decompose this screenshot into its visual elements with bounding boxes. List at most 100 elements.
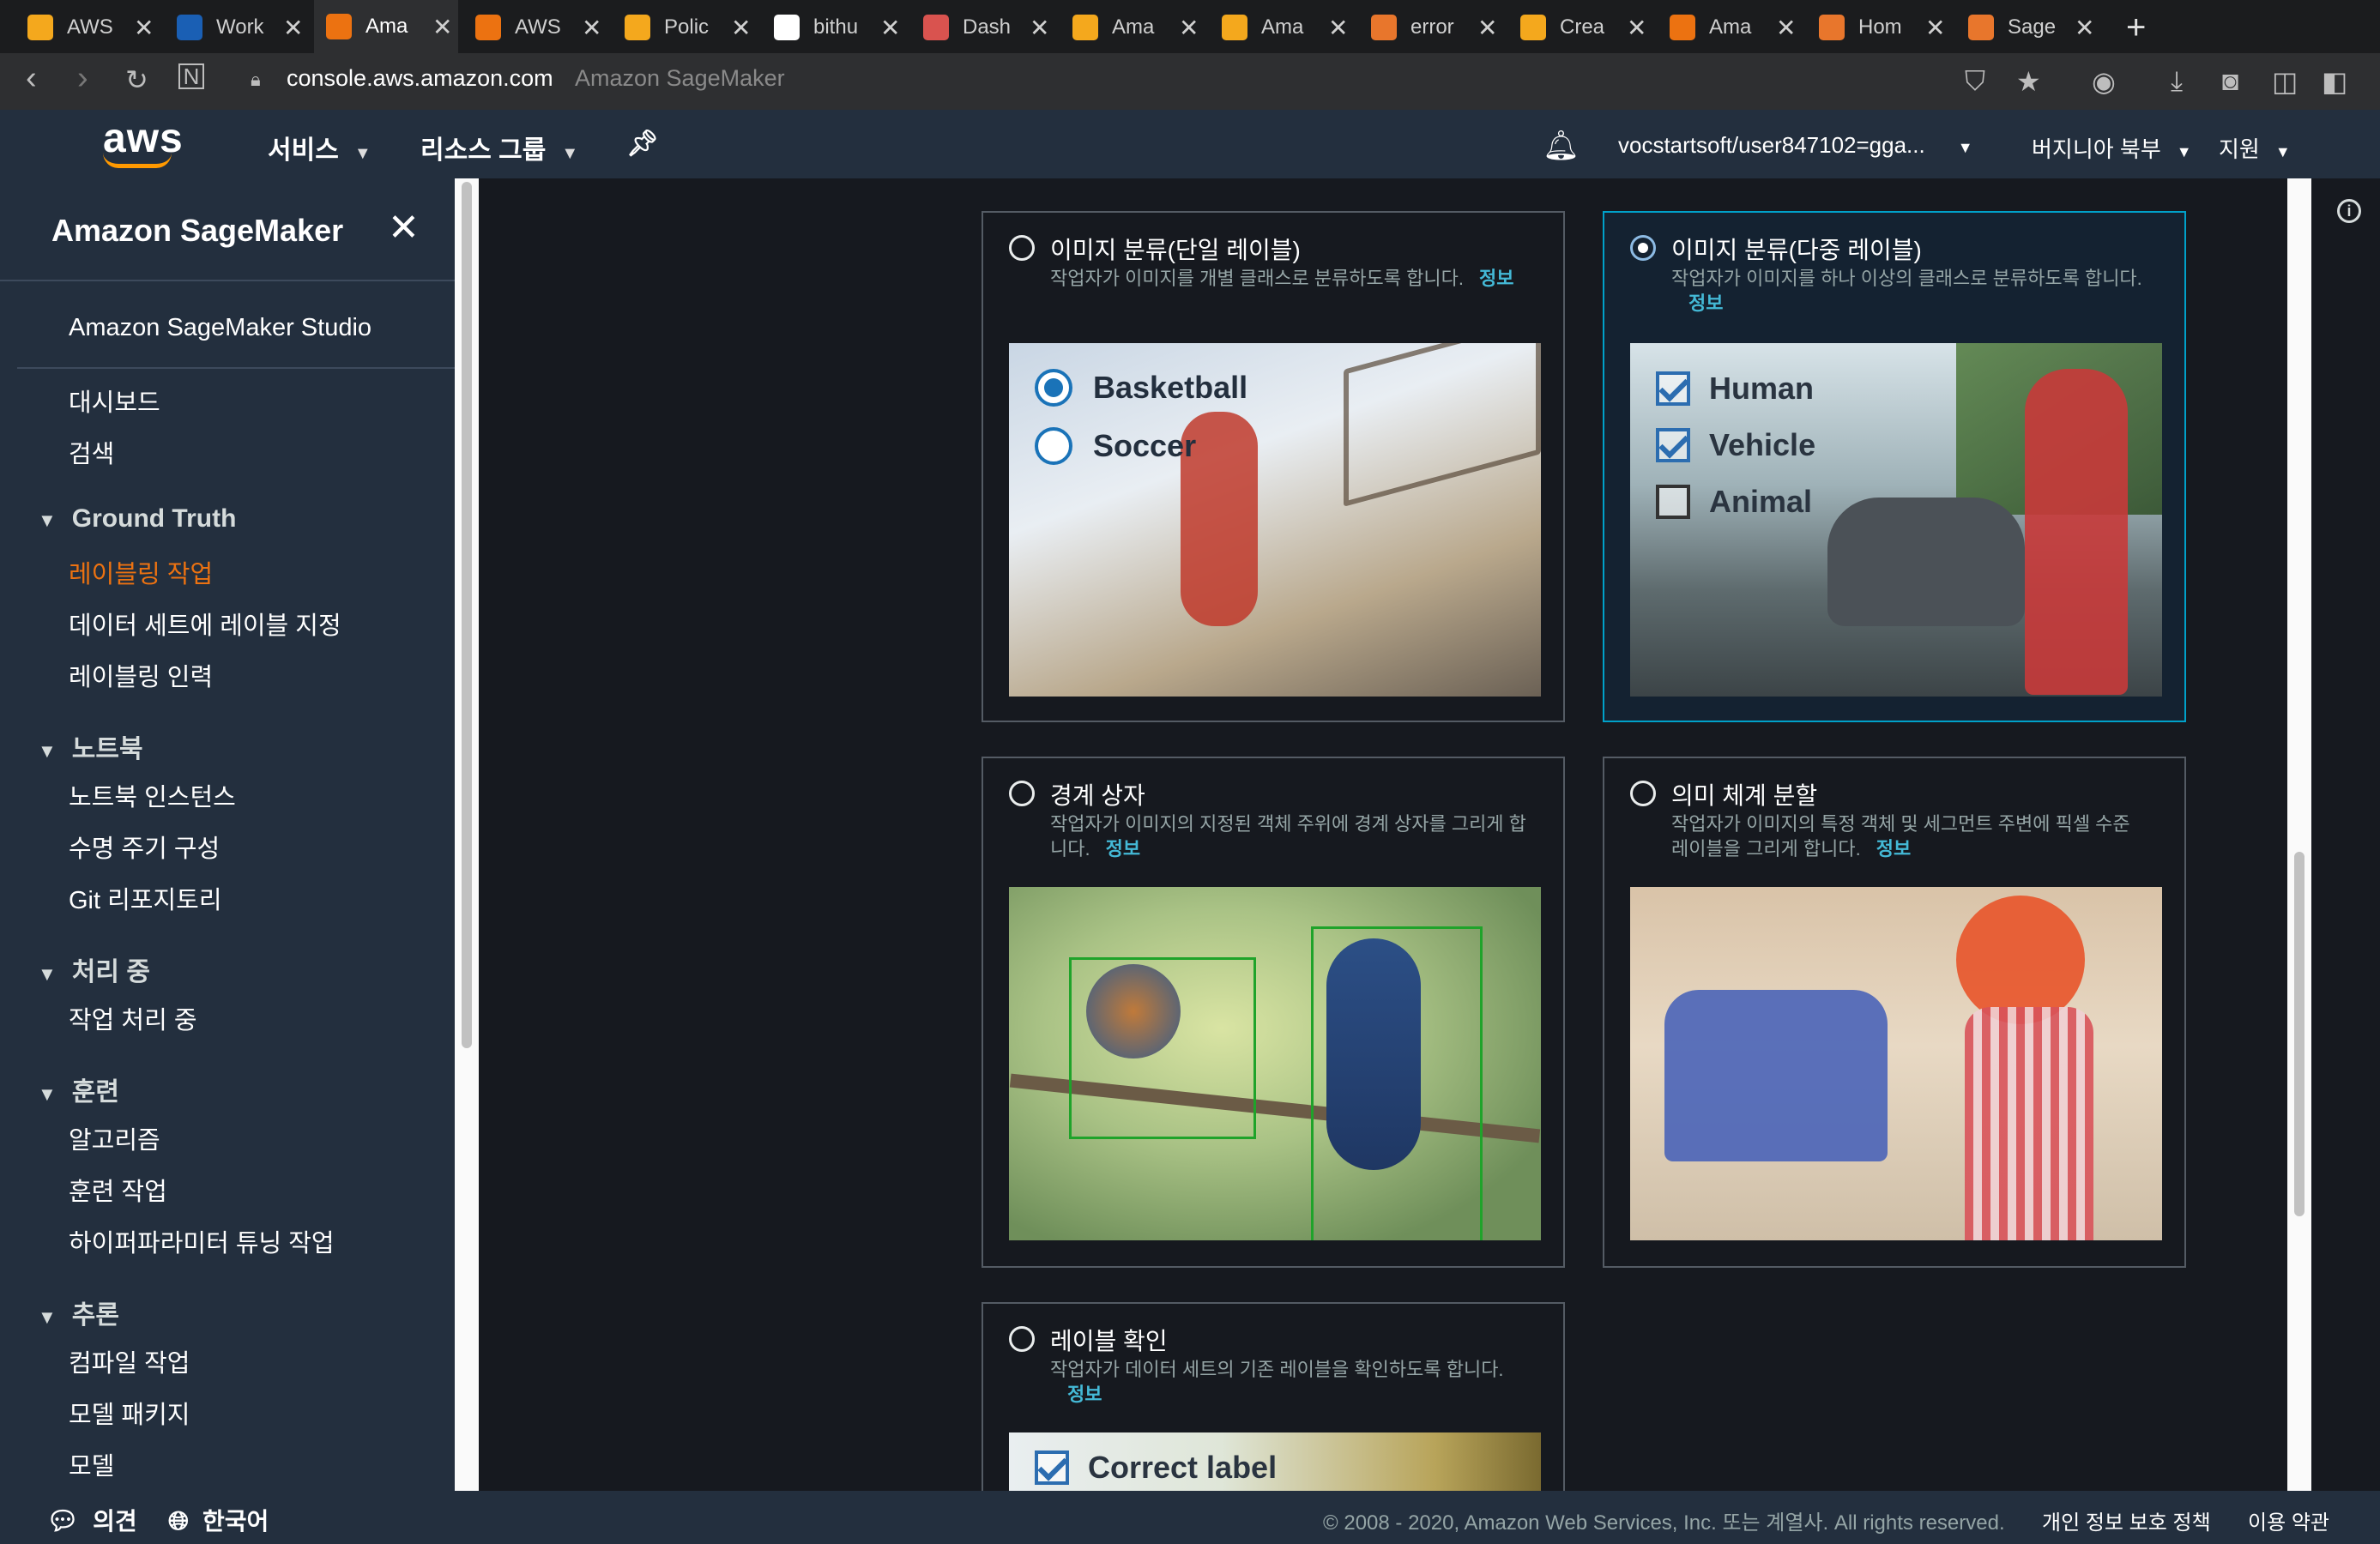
browser-tab[interactable]: Ama ✕ xyxy=(1658,9,1802,46)
sidebar-item-compile-jobs[interactable]: 컴파일 작업 xyxy=(69,1343,190,1379)
sidebar-section-ground-truth[interactable]: ▼ Ground Truth xyxy=(38,504,236,534)
sidebar-item-models[interactable]: 모델 xyxy=(69,1446,114,1482)
privacy-link[interactable]: 개인 정보 보호 정책 xyxy=(2042,1505,2211,1535)
task-card-bounding-box[interactable]: 경계 상자 작업자가 이미지의 지정된 객체 주위에 경계 상자를 그리게 합니… xyxy=(982,757,1565,1268)
sidebar-section-training[interactable]: ▼ 훈련 xyxy=(38,1071,119,1108)
region-menu[interactable]: 버지니아 북부 ▼ xyxy=(2032,132,2192,164)
browser-tab[interactable]: AWS ✕ xyxy=(15,9,160,46)
content-scrollbar[interactable] xyxy=(2287,178,2311,1491)
radio-bounding-box[interactable] xyxy=(1009,781,1035,806)
radio-semantic-segmentation[interactable] xyxy=(1630,781,1656,806)
reload-icon[interactable]: ↻ xyxy=(125,63,148,96)
info-panel-icon[interactable]: i xyxy=(2337,199,2361,223)
new-tab-button[interactable]: + xyxy=(2126,9,2146,47)
extension-icon[interactable]: ◉ xyxy=(2092,65,2116,98)
scrollbar-thumb[interactable] xyxy=(2294,852,2304,1216)
info-link[interactable]: 정보 xyxy=(1479,268,1513,289)
pin-icon[interactable]: 📌︎ xyxy=(626,129,659,159)
sidebar-section-processing[interactable]: ▼ 처리 중 xyxy=(38,950,150,988)
sidebar-item-git-repos[interactable]: Git 리포지토리 xyxy=(69,880,222,916)
support-menu[interactable]: 지원 ▼ xyxy=(2219,132,2291,164)
browser-tab[interactable]: Polic ✕ xyxy=(613,9,757,46)
radio-multi-label[interactable] xyxy=(1630,235,1656,261)
reader-view-icon[interactable]: ◧ xyxy=(2322,65,2347,98)
notification-bell-icon[interactable]: 🔔︎ xyxy=(1543,129,1580,163)
sidebar-item-labeling-jobs[interactable]: 레이블링 작업 xyxy=(69,554,213,590)
resource-groups-menu[interactable]: 리소스 그룹 ▼ xyxy=(420,129,578,166)
task-card-semantic-segmentation[interactable]: 의미 체계 분할 작업자가 이미지의 특정 객체 및 세그먼트 주변에 픽셀 수… xyxy=(1603,757,2186,1268)
tab-close-icon[interactable]: ✕ xyxy=(1328,14,1348,42)
browser-tab[interactable]: error ✕ xyxy=(1359,9,1503,46)
browser-tab[interactable]: Sage ✕ xyxy=(1956,9,2100,46)
tab-close-icon[interactable]: ✕ xyxy=(1179,14,1199,42)
sidebar-item-workforces[interactable]: 레이블링 인력 xyxy=(69,657,213,693)
services-menu[interactable]: 서비스 ▼ xyxy=(268,129,371,166)
task-card-single-label[interactable]: 이미지 분류(단일 레이블) 작업자가 이미지를 개별 클래스로 분류하도록 합… xyxy=(982,211,1565,722)
shield-icon[interactable]: ⛉ xyxy=(1965,65,1985,98)
tab-label: bithu xyxy=(813,15,859,39)
url-text[interactable]: console.aws.amazon.com xyxy=(287,65,553,92)
screenshot-icon[interactable]: ◙ xyxy=(2222,65,2238,97)
sidebar-item-processing-jobs[interactable]: 작업 처리 중 xyxy=(69,1000,197,1036)
tab-close-icon[interactable]: ✕ xyxy=(582,14,601,42)
info-link[interactable]: 정보 xyxy=(1876,838,1911,859)
radio-single-label[interactable] xyxy=(1009,235,1035,261)
account-menu[interactable]: vocstartsoft/user847102=gga... ▼ xyxy=(1618,132,1973,159)
sidebar-item-label-datasets[interactable]: 데이터 세트에 레이블 지정 xyxy=(69,606,341,642)
browser-tab[interactable]: Hom ✕ xyxy=(1807,9,1951,46)
sidebar-item-lifecycle[interactable]: 수명 주기 구성 xyxy=(69,829,220,865)
chevron-down-icon: ▼ xyxy=(1957,139,1973,156)
sidebar-item-dashboard[interactable]: 대시보드 xyxy=(69,383,160,419)
browser-tab[interactable]: bithu ✕ xyxy=(762,9,906,46)
sidebar-item-studio[interactable]: Amazon SageMaker Studio xyxy=(69,314,371,342)
tab-close-icon[interactable]: ✕ xyxy=(134,14,154,42)
language-selector[interactable]: 🌐︎ 한국어 xyxy=(168,1503,269,1537)
tab-close-icon[interactable]: ✕ xyxy=(432,13,452,41)
reader-icon[interactable]: N xyxy=(178,63,204,89)
tab-close-icon[interactable]: ✕ xyxy=(1627,14,1646,42)
info-link[interactable]: 정보 xyxy=(1688,293,1723,314)
tab-close-icon[interactable]: ✕ xyxy=(283,14,303,42)
back-icon[interactable]: ‹ xyxy=(26,60,37,97)
forward-icon[interactable]: › xyxy=(77,60,88,97)
sidebar-section-inference[interactable]: ▼ 추론 xyxy=(38,1294,119,1331)
sidebar-toggle-icon[interactable]: ◫ xyxy=(2272,65,2298,98)
street-segmentation-image xyxy=(1630,887,2162,1240)
sidebar-section-notebook[interactable]: ▼ 노트북 xyxy=(38,727,143,765)
browser-tab[interactable]: Dash ✕ xyxy=(911,9,1055,46)
scrollbar-thumb[interactable] xyxy=(462,182,472,1048)
browser-tab[interactable]: Work ✕ xyxy=(165,9,309,46)
sidebar-item-search[interactable]: 검색 xyxy=(69,434,114,470)
info-link[interactable]: 정보 xyxy=(1106,838,1140,859)
tab-close-icon[interactable]: ✕ xyxy=(2075,14,2094,42)
sidebar-item-training-jobs[interactable]: 훈련 작업 xyxy=(69,1172,167,1208)
sidebar-scrollbar[interactable] xyxy=(455,178,479,1491)
browser-tab[interactable]: Ama ✕ xyxy=(1210,9,1354,46)
task-card-label-verification[interactable]: 레이블 확인 작업자가 데이터 세트의 기존 레이블을 확인하도록 합니다. 정보… xyxy=(982,1302,1565,1510)
tab-close-icon[interactable]: ✕ xyxy=(1776,14,1796,42)
close-icon[interactable]: ✕ xyxy=(388,206,420,250)
sidebar-item-hpo-jobs[interactable]: 하이퍼파라미터 튜닝 작업 xyxy=(69,1223,335,1259)
tab-close-icon[interactable]: ✕ xyxy=(1477,14,1497,42)
browser-tab[interactable]: Ama ✕ xyxy=(314,0,458,53)
radio-label-verification[interactable] xyxy=(1009,1326,1035,1352)
language-label: 한국어 xyxy=(202,1508,269,1535)
download-icon[interactable]: ⤓ xyxy=(2171,65,2183,98)
info-link[interactable]: 정보 xyxy=(1067,1384,1102,1405)
tab-close-icon[interactable]: ✕ xyxy=(1925,14,1945,42)
terms-link[interactable]: 이용 약관 xyxy=(2248,1505,2329,1535)
feedback-link[interactable]: 💬︎ 의견 xyxy=(46,1503,137,1537)
feedback-label: 의견 xyxy=(93,1508,137,1535)
tab-close-icon[interactable]: ✕ xyxy=(880,14,900,42)
browser-tab[interactable]: AWS ✕ xyxy=(463,9,607,46)
tab-label: Ama xyxy=(1261,15,1304,39)
tab-close-icon[interactable]: ✕ xyxy=(1030,14,1049,42)
browser-tab[interactable]: Crea ✕ xyxy=(1508,9,1652,46)
tab-close-icon[interactable]: ✕ xyxy=(731,14,751,42)
sidebar-item-algorithms[interactable]: 알고리즘 xyxy=(69,1120,160,1156)
sidebar-item-model-packages[interactable]: 모델 패키지 xyxy=(69,1395,190,1431)
sidebar-item-notebook-instances[interactable]: 노트북 인스턴스 xyxy=(69,777,236,813)
task-card-multi-label[interactable]: 이미지 분류(다중 레이블) 작업자가 이미지를 하나 이상의 클래스로 분류하… xyxy=(1603,211,2186,722)
bookmark-star-icon[interactable]: ★ xyxy=(2016,65,2041,98)
browser-tab[interactable]: Ama ✕ xyxy=(1060,9,1205,46)
